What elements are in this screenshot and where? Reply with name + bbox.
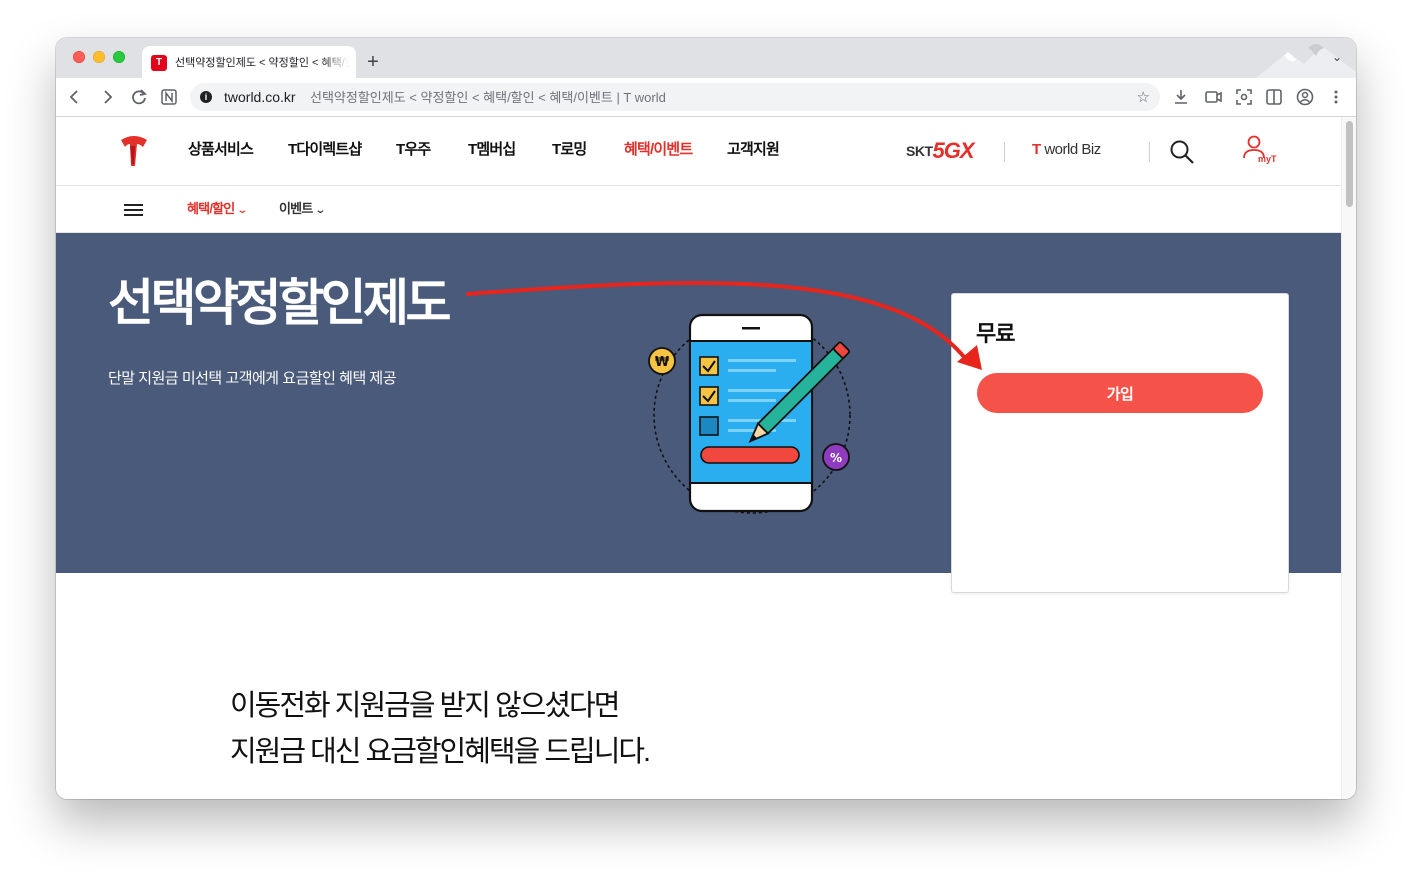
tab-strip: T 선택약정할인제도 < 약정할인 < 혜택/할인 < 혜택/이벤트 | T w… <box>56 38 1356 78</box>
minimize-window-button[interactable] <box>93 51 105 63</box>
close-window-button[interactable] <box>73 51 85 63</box>
phone-checklist-illustration-icon: ₩ % <box>648 313 851 514</box>
tworld-favicon-icon: T <box>151 55 167 71</box>
skt-logo-text: SKT <box>906 143 933 159</box>
chevron-down-icon: ⌄ <box>314 205 327 216</box>
forward-icon[interactable] <box>96 86 118 108</box>
lnb-item-label: 이벤트 <box>279 201 313 216</box>
gnb-item-roaming[interactable]: T로밍 <box>552 140 587 160</box>
page-scrollbar[interactable] <box>1341 117 1356 799</box>
download-icon[interactable] <box>1171 87 1191 107</box>
global-navigation: 상품서비스 T다이렉트샵 T우주 T멤버십 T로밍 혜택/이벤트 고객지원 SK… <box>56 117 1341 186</box>
bookmark-star-icon[interactable]: ☆ <box>1137 88 1150 106</box>
intro-headline-line2: 지원금 대신 요금할인혜택을 드립니다. <box>230 736 651 768</box>
more-menu-icon[interactable] <box>1326 87 1346 107</box>
tworld-biz-link[interactable]: T world Biz <box>1032 141 1101 158</box>
browser-toolbar: i tworld.co.kr 선택약정할인제도 < 약정할인 < 혜택/할인 <… <box>56 78 1356 117</box>
url-page-title: 선택약정할인제도 < 약정할인 < 혜택/할인 < 혜택/이벤트 | T wor… <box>310 90 666 105</box>
5gx-logo-text: 5GX <box>932 138 975 163</box>
address-bar[interactable]: i tworld.co.kr 선택약정할인제도 < 약정할인 < 혜택/할인 <… <box>190 83 1160 111</box>
lnb-item-events[interactable]: 이벤트 ⌄ <box>279 200 327 220</box>
svg-text:%: % <box>830 451 842 465</box>
gnb-item-benefits-events[interactable]: 혜택/이벤트 <box>624 140 693 160</box>
lnb-item-benefits-discounts[interactable]: 혜택/할인 ⌄ <box>187 200 249 220</box>
reload-icon[interactable] <box>128 86 150 108</box>
screenshot-icon[interactable] <box>1234 87 1254 107</box>
scrollbar-thumb[interactable] <box>1346 121 1353 207</box>
intro-headline-line1: 이동전화 지원금을 받지 않으셨다면 <box>230 690 620 722</box>
gnb-item-t-universe[interactable]: T우주 <box>396 140 431 160</box>
local-navigation: 혜택/할인 ⌄ 이벤트 ⌄ <box>56 186 1341 233</box>
tworld-biz-label: world Biz <box>1044 141 1101 158</box>
search-icon[interactable] <box>1168 138 1196 166</box>
hamburger-menu-icon[interactable] <box>124 204 143 216</box>
tab-search-chevron-icon[interactable]: ⌄ <box>1332 50 1342 64</box>
tworld-biz-t-icon: T <box>1032 141 1041 158</box>
n-extension-icon[interactable] <box>158 86 180 108</box>
profile-icon[interactable] <box>1295 87 1315 107</box>
myt-button[interactable]: myT <box>1239 134 1279 168</box>
back-icon[interactable] <box>64 86 86 108</box>
svg-text:₩: ₩ <box>655 355 670 370</box>
site-info-icon[interactable]: i <box>200 91 212 103</box>
price-label: 무료 <box>976 321 1015 346</box>
gnb-item-products[interactable]: 상품서비스 <box>188 140 254 160</box>
gnb-divider <box>1004 142 1005 162</box>
gnb-item-membership[interactable]: T멤버십 <box>468 140 516 160</box>
new-tab-button[interactable]: + <box>362 51 384 73</box>
page-description: 단말 지원금 미선택 고객에게 요금할인 혜택 제공 <box>108 370 397 387</box>
gnb-divider <box>1149 142 1150 162</box>
chevron-down-icon: ⌄ <box>236 205 249 216</box>
gnb-item-customer-support[interactable]: 고객지원 <box>727 140 780 160</box>
tworld-logo-icon[interactable] <box>118 134 150 168</box>
gnb-item-direct-shop[interactable]: T다이렉트샵 <box>288 140 362 160</box>
page-title: 선택약정할인제도 <box>108 275 452 331</box>
subscription-card: 무료 가입 <box>951 293 1289 593</box>
cast-icon[interactable] <box>1203 87 1223 107</box>
page-viewport: 상품서비스 T다이렉트샵 T우주 T멤버십 T로밍 혜택/이벤트 고객지원 SK… <box>56 117 1341 799</box>
join-button[interactable]: 가입 <box>977 373 1263 413</box>
url-host: tworld.co.kr <box>224 89 296 105</box>
browser-window: T 선택약정할인제도 < 약정할인 < 혜택/할인 < 혜택/이벤트 | T w… <box>56 38 1356 799</box>
tab-title: 선택약정할인제도 < 약정할인 < 혜택/할인 < 혜택/이벤트 | T wor… <box>175 57 349 69</box>
active-tab[interactable]: T 선택약정할인제도 < 약정할인 < 혜택/할인 < 혜택/이벤트 | T w… <box>142 46 356 78</box>
lnb-item-label: 혜택/할인 <box>187 201 235 216</box>
fullscreen-window-button[interactable] <box>113 51 125 63</box>
myt-label: myT <box>1258 154 1277 164</box>
skt-5gx-logo[interactable]: SKT5GX <box>906 138 975 163</box>
sidebar-icon[interactable] <box>1264 87 1284 107</box>
intro-headline: 이동전화 지원금을 받지 않으셨다면 지원금 대신 요금할인혜택을 드립니다. <box>230 683 651 775</box>
